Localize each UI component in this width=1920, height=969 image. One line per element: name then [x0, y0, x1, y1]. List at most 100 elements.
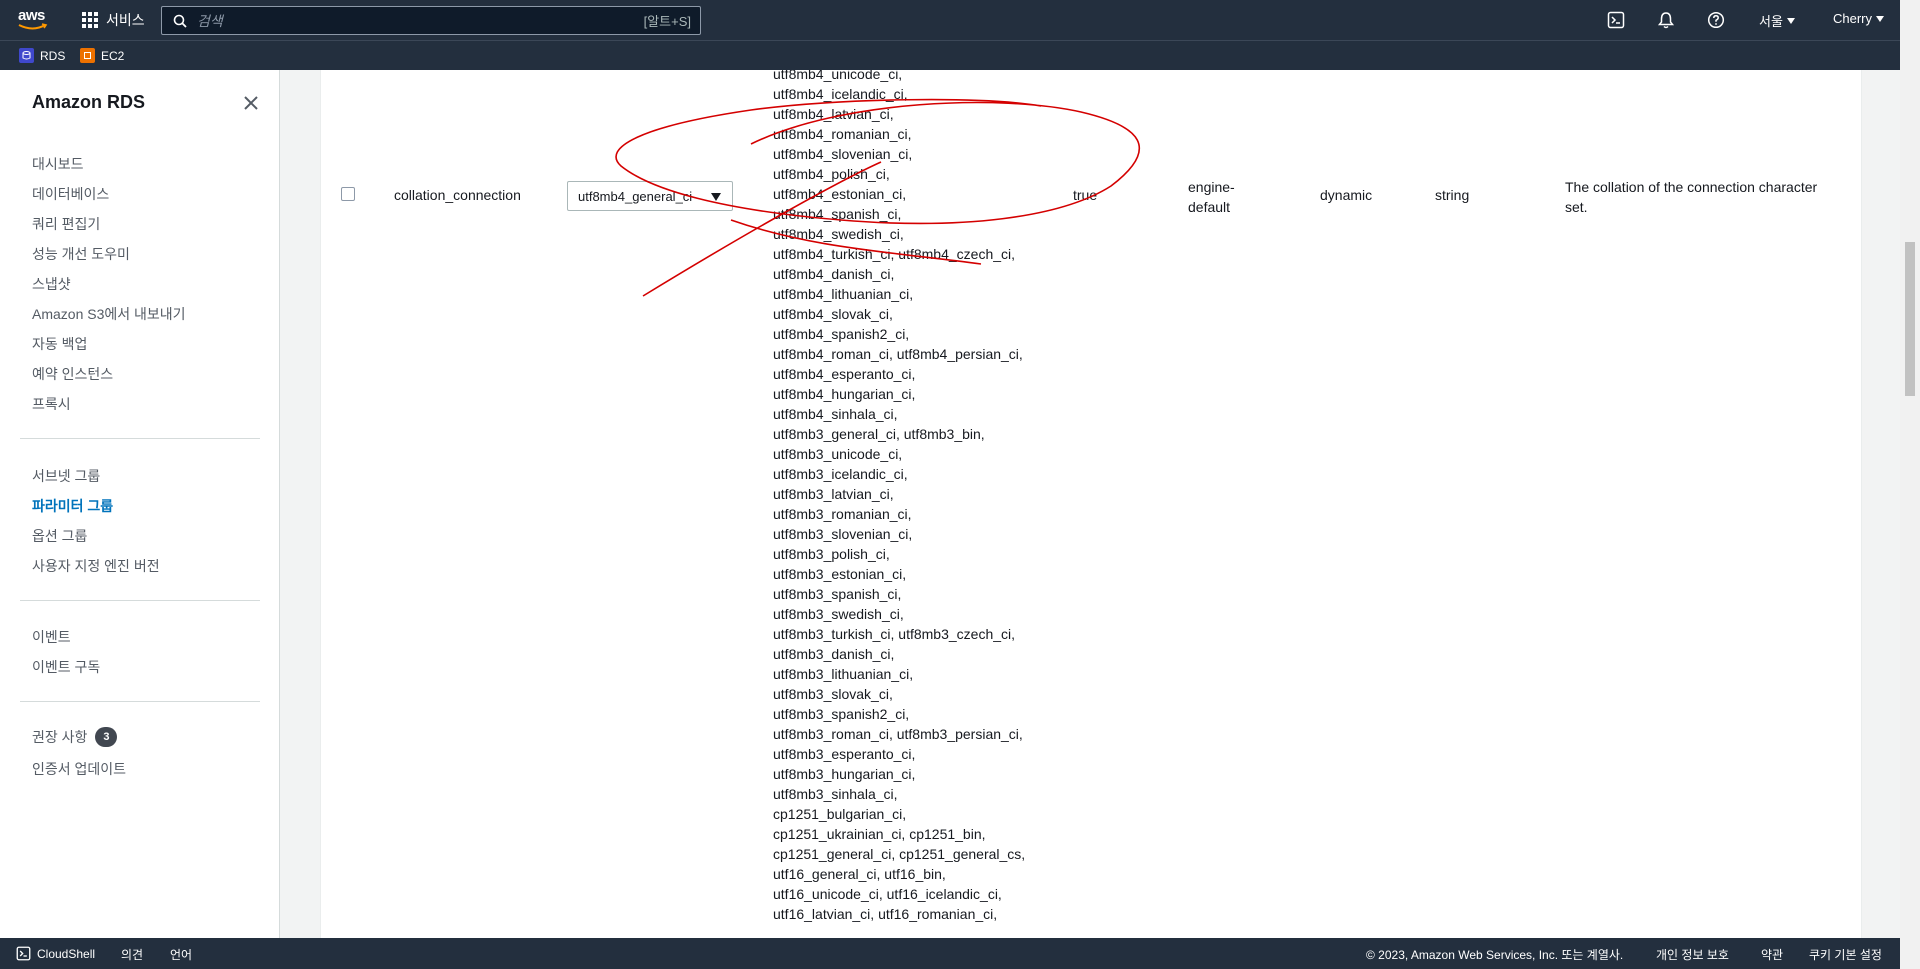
allowed-value-line: utf8mb4_spanish_ci,	[773, 206, 902, 222]
allowed-value-line: utf8mb3_slovak_ci,	[773, 686, 893, 702]
allowed-value-line: utf8mb4_spanish2_ci,	[773, 326, 910, 342]
sidebar-divider	[20, 438, 260, 439]
parameters-table: collation_connection utf8mb4_general_ci …	[320, 70, 1862, 938]
allowed-value-line: utf8mb4_lithuanian_ci,	[773, 286, 914, 302]
rds-icon	[19, 48, 34, 63]
allowed-value-line: utf8mb3_danish_ci,	[773, 646, 895, 662]
search-input[interactable]: 검색 [알트+S]	[161, 6, 701, 35]
main-content: collation_connection utf8mb4_general_ci …	[281, 70, 1900, 938]
cloudshell-footer-button[interactable]: CloudShell	[16, 946, 95, 961]
account-menu[interactable]: Cherry	[1833, 11, 1885, 26]
description-line1: The collation of the connection characte…	[1565, 179, 1818, 195]
ec2-icon	[80, 48, 95, 63]
cloudshell-label: CloudShell	[37, 946, 96, 961]
parameter-value-select[interactable]: utf8mb4_general_ci	[567, 181, 733, 211]
allowed-value-line: utf8mb3_turkish_ci, utf8mb3_czech_ci,	[773, 626, 1016, 642]
allowed-value-line: utf8mb3_hungarian_ci,	[773, 766, 916, 782]
sidebar-item-custom-engine-versions[interactable]: 사용자 지정 엔진 버전	[32, 556, 160, 576]
allowed-value-line: utf8mb4_estonian_ci,	[773, 186, 907, 202]
allowed-value-line: utf8mb4_icelandic_ci,	[773, 86, 908, 102]
allowed-value-line: utf8mb4_slovenian_ci,	[773, 146, 913, 162]
close-icon[interactable]	[243, 95, 259, 111]
allowed-value-line: utf8mb3_general_ci, utf8mb3_bin,	[773, 426, 985, 442]
aws-logo[interactable]: aws	[17, 7, 49, 33]
allowed-value-line: utf16_unicode_ci, utf16_icelandic_ci,	[773, 886, 1002, 902]
sidebar-item-subnet-groups[interactable]: 서브넷 그룹	[32, 466, 100, 486]
allowed-value-line: utf8mb3_romanian_ci,	[773, 506, 912, 522]
page-scrollbar[interactable]	[1900, 0, 1920, 969]
allowed-value-line: utf8mb3_spanish2_ci,	[773, 706, 910, 722]
allowed-value-line: utf8mb4_romanian_ci,	[773, 126, 912, 142]
description-value: The collation of the connection characte…	[1565, 177, 1817, 217]
source-value: engine- default	[1188, 177, 1235, 217]
allowed-value-line: utf8mb4_sinhala_ci,	[773, 406, 898, 422]
favorite-ec2[interactable]: EC2	[80, 48, 124, 63]
allowed-value-line: utf16_latvian_ci, utf16_romanian_ci,	[773, 906, 998, 922]
search-icon	[173, 14, 187, 28]
allowed-value-line: utf8mb3_unicode_ci,	[773, 446, 903, 462]
copyright-text: © 2023, Amazon Web Services, Inc. 또는 계열사…	[1366, 948, 1624, 962]
data-type-value: string	[1435, 187, 1470, 203]
sidebar-item-reserved-instances[interactable]: 예약 인스턴스	[32, 364, 113, 384]
sidebar-item-dashboard[interactable]: 대시보드	[32, 154, 84, 174]
allowed-value-line: utf8mb4_turkish_ci, utf8mb4_czech_ci,	[773, 246, 1016, 262]
sidebar-item-parameter-groups[interactable]: 파라미터 그룹	[32, 496, 113, 516]
sidebar-item-events[interactable]: 이벤트	[32, 627, 71, 647]
allowed-value-line: utf16_general_ci, utf16_bin,	[773, 866, 946, 882]
bell-icon	[1657, 12, 1675, 29]
allowed-value-line: utf8mb3_slovenian_ci,	[773, 526, 913, 542]
sidebar-item-automated-backups[interactable]: 자동 백업	[32, 334, 87, 354]
sidebar-item-export-s3[interactable]: Amazon S3에서 내보내기	[32, 304, 186, 324]
cloudshell-button[interactable]	[1607, 11, 1625, 29]
row-select-checkbox[interactable]	[341, 187, 355, 201]
services-label: 서비스	[106, 12, 145, 28]
sidebar-item-recommendations[interactable]: 권장 사항 3	[32, 727, 118, 747]
sidebar-item-performance-insights[interactable]: 성능 개선 도우미	[32, 244, 130, 264]
sidebar-item-certificate-update[interactable]: 인증서 업데이트	[32, 759, 126, 779]
sidebar-item-query-editor[interactable]: 쿼리 편집기	[32, 214, 100, 234]
region-label: 서울	[1759, 14, 1783, 29]
favorite-rds-label: RDS	[40, 48, 66, 63]
favorite-ec2-label: EC2	[101, 48, 125, 63]
sidebar-divider	[20, 600, 260, 601]
parameter-value: utf8mb4_general_ci	[578, 188, 693, 204]
notifications-button[interactable]	[1657, 11, 1675, 29]
language-link[interactable]: 언어	[170, 946, 192, 963]
services-menu-button[interactable]: 서비스	[82, 10, 145, 30]
sidebar-item-event-subscriptions[interactable]: 이벤트 구독	[32, 657, 100, 677]
allowed-value-line: utf8mb4_swedish_ci,	[773, 226, 904, 242]
privacy-link[interactable]: 개인 정보 보호	[1656, 946, 1729, 963]
allowed-value-line: cp1251_bulgarian_ci,	[773, 806, 907, 822]
top-navigation: aws 서비스 검색 [알트+S] 서울 Cherry	[0, 0, 1900, 40]
allowed-value-line: utf8mb4_roman_ci, utf8mb4_persian_ci,	[773, 346, 1023, 362]
allowed-value-line: utf8mb4_unicode_ci,	[773, 70, 903, 82]
recommendations-count-badge: 3	[95, 727, 118, 747]
user-label: Cherry	[1833, 11, 1873, 26]
sidebar-item-snapshots[interactable]: 스냅샷	[32, 274, 71, 294]
scrollbar-thumb[interactable]	[1905, 242, 1915, 396]
terms-link[interactable]: 약관	[1761, 946, 1783, 963]
feedback-link[interactable]: 의견	[121, 946, 143, 963]
allowed-value-line: utf8mb4_hungarian_ci,	[773, 386, 916, 402]
search-placeholder: 검색	[197, 12, 223, 29]
allowed-values-list: utf8mb4_unicode_ci, utf8mb4_icelandic_ci,…	[773, 70, 1025, 924]
source-value-line2: default	[1188, 199, 1231, 215]
sidebar-item-databases[interactable]: 데이터베이스	[32, 184, 109, 204]
cloudshell-icon	[1607, 11, 1625, 29]
cookie-preferences-link[interactable]: 쿠키 기본 설정	[1809, 946, 1882, 963]
recommendations-label: 권장 사항	[32, 729, 88, 745]
help-icon	[1707, 11, 1725, 29]
favorite-rds[interactable]: RDS	[19, 48, 65, 63]
allowed-value-line: utf8mb3_roman_ci, utf8mb3_persian_ci,	[773, 726, 1023, 742]
parameter-name: collation_connection	[394, 187, 521, 203]
sidebar-item-proxies[interactable]: 프록시	[32, 394, 71, 414]
sidebar-divider	[20, 701, 260, 702]
modifiable-value: true	[1073, 187, 1098, 203]
dropdown-arrow-icon	[711, 193, 721, 201]
allowed-value-line: utf8mb3_latvian_ci,	[773, 486, 894, 502]
caret-down-icon	[1786, 17, 1795, 24]
region-selector[interactable]: 서울	[1759, 11, 1795, 30]
allowed-value-line: utf8mb3_esperanto_ci,	[773, 746, 916, 762]
help-button[interactable]	[1707, 11, 1725, 29]
sidebar-item-option-groups[interactable]: 옵션 그룹	[32, 526, 87, 546]
